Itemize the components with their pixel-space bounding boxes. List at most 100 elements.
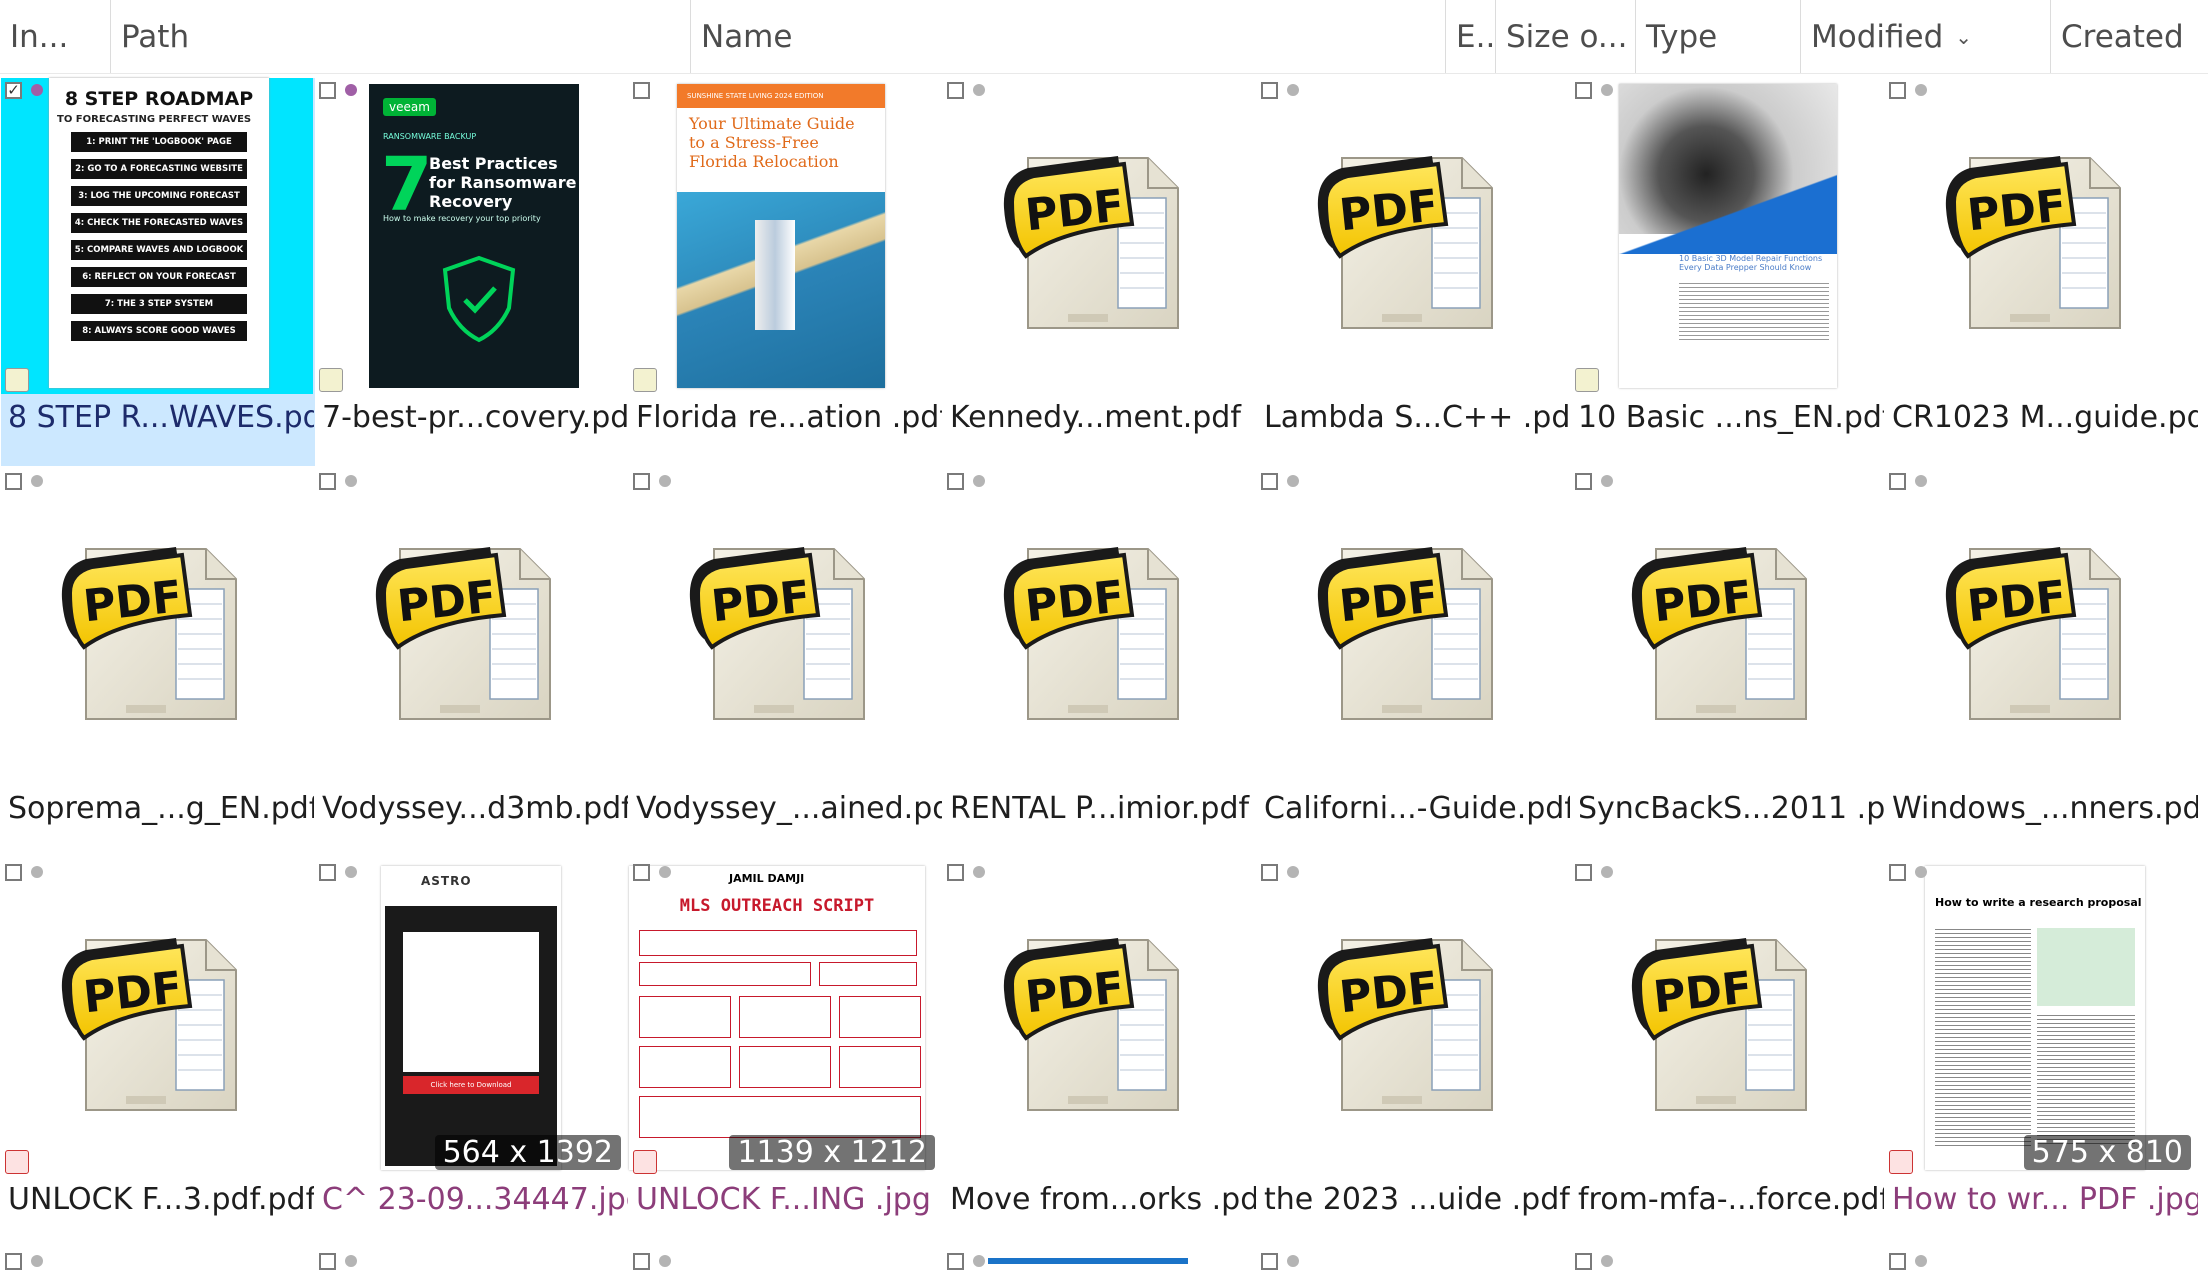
column-header-in[interactable]: In...	[0, 0, 110, 73]
file-name: UNLOCK F...ING .jpg	[636, 1182, 931, 1217]
file-thumbnail[interactable]: PDF	[1, 860, 313, 1176]
select-checkbox[interactable]	[1575, 1253, 1592, 1270]
select-checkbox[interactable]	[1575, 82, 1592, 99]
file-thumbnail[interactable]: PDF	[1257, 469, 1569, 785]
file-item[interactable]: PDF from-mfa-...force.pdf	[1571, 860, 1885, 1248]
status-dot-icon	[31, 866, 43, 878]
file-thumbnail[interactable]: PDF	[943, 469, 1255, 785]
file-thumbnail[interactable]: PDF	[315, 469, 627, 785]
file-thumbnail[interactable]: PDF	[1257, 860, 1569, 1176]
file-item[interactable]: ASTRO Click here to Download 564 x 1392 C^ …	[315, 860, 629, 1248]
pdf-file-icon: PDF	[1317, 938, 1493, 1111]
file-item[interactable]: PDF Vodyssey_...ained.pdf	[629, 469, 943, 857]
file-item[interactable]: PDF CR1023 M...guide.pdf	[1885, 78, 2199, 466]
thumbnail-blue-band	[1619, 174, 1837, 254]
select-checkbox[interactable]	[1889, 1253, 1906, 1270]
thumbnail-step: 2: GO TO A FORECASTING WEBSITE	[71, 159, 247, 179]
status-dot-icon	[345, 866, 357, 878]
pdf-file-icon: PDF	[1003, 547, 1179, 720]
file-thumbnail[interactable]: PDF	[1571, 860, 1883, 1176]
file-thumbnail[interactable]: SUNSHINE STATE LIVING 2024 EDITION Your U…	[629, 78, 941, 394]
file-item[interactable]: PDF SyncBackS...2011 .pdf	[1571, 469, 1885, 857]
file-thumbnail[interactable]: PDF	[629, 469, 941, 785]
select-checkbox[interactable]	[319, 473, 336, 490]
file-thumbnail[interactable]: 10 Basic 3D Model Repair Functions Every…	[1571, 78, 1883, 394]
thumbnail-step: 3: LOG THE UPCOMING FORECAST	[71, 186, 247, 206]
select-checkbox[interactable]	[947, 1253, 964, 1270]
file-item[interactable]: PDF Windows_...nners.pdf	[1885, 469, 2199, 857]
select-checkbox[interactable]	[319, 82, 336, 99]
flow-box	[739, 996, 831, 1038]
file-item[interactable]: PDF Kennedy...ment.pdf	[943, 78, 1257, 466]
thumbnail-author: JAMIL DAMJI	[729, 872, 805, 885]
status-dot-icon	[31, 475, 43, 487]
file-item[interactable]: PDF Soprema_...g_EN.pdf	[1, 469, 315, 857]
select-checkbox[interactable]	[1889, 864, 1906, 881]
column-header-modified[interactable]: Modified ⌄	[1800, 0, 2060, 73]
file-thumbnail[interactable]: PDF	[1, 469, 313, 785]
thumbnail-partial	[988, 1258, 1188, 1264]
file-item[interactable]: PDF Californi...-Guide.pdf	[1257, 469, 1571, 857]
select-checkbox[interactable]	[1261, 82, 1278, 99]
select-checkbox[interactable]	[947, 864, 964, 881]
column-header-type[interactable]: Type	[1635, 0, 1800, 73]
image-dimensions: 564 x 1392	[434, 1135, 621, 1170]
select-checkbox[interactable]	[1889, 473, 1906, 490]
select-checkbox[interactable]	[633, 473, 650, 490]
select-checkbox[interactable]	[1889, 82, 1906, 99]
file-name: CR1023 M...guide.pdf	[1892, 400, 2198, 435]
select-checkbox[interactable]	[1575, 864, 1592, 881]
file-thumbnail[interactable]: PDF	[1885, 78, 2197, 394]
file-name: Windows_...nners.pdf	[1892, 791, 2198, 826]
file-item[interactable]: PDF Lambda S...C++ .pdf	[1257, 78, 1571, 466]
column-header-path[interactable]: Path	[110, 0, 690, 73]
select-checkbox[interactable]	[1575, 473, 1592, 490]
file-thumbnail[interactable]: ASTRO Click here to Download 564 x 1392	[315, 860, 627, 1176]
file-thumbnail[interactable]: PDF	[1571, 469, 1883, 785]
select-checkbox[interactable]	[1261, 864, 1278, 881]
file-item[interactable]: 10 Basic 3D Model Repair Functions Every…	[1571, 78, 1885, 466]
file-item[interactable]: How to write a research proposal 575 x 81…	[1885, 860, 2199, 1248]
select-checkbox[interactable]	[1261, 1253, 1278, 1270]
svg-text:PDF: PDF	[1337, 962, 1441, 1023]
file-item[interactable]: JAMIL DAMJI MLS OUTREACH SCRIPT 1139 x 121…	[629, 860, 943, 1248]
file-thumbnail[interactable]: veeam RANSOMWARE BACKUP 7 Best Practices fo…	[315, 78, 627, 394]
select-checkbox[interactable]: ✓	[5, 82, 22, 99]
column-header-e[interactable]: E...	[1445, 0, 1495, 73]
file-thumbnail[interactable]: 8 STEP ROADMAP TO FORECASTING PERFECT WAV…	[1, 78, 313, 394]
file-item[interactable]: SUNSHINE STATE LIVING 2024 EDITION Your U…	[629, 78, 943, 466]
select-checkbox[interactable]	[633, 82, 650, 99]
file-item[interactable]: veeam RANSOMWARE BACKUP 7 Best Practices fo…	[315, 78, 629, 466]
file-item[interactable]: PDF the 2023 ...uide .pdf	[1257, 860, 1571, 1248]
select-checkbox[interactable]	[319, 864, 336, 881]
file-thumbnail[interactable]: JAMIL DAMJI MLS OUTREACH SCRIPT 1139 x 121…	[629, 860, 941, 1176]
file-thumbnail[interactable]: How to write a research proposal 575 x 81…	[1885, 860, 2197, 1176]
file-name: Vodyssey...d3mb.pdf	[322, 791, 628, 826]
file-item[interactable]: PDF RENTAL P...imior.pdf	[943, 469, 1257, 857]
select-checkbox[interactable]	[319, 1253, 336, 1270]
file-name: Vodyssey_...ained.pdf	[636, 791, 942, 826]
select-checkbox[interactable]	[5, 864, 22, 881]
column-header-size-o[interactable]: Size o...	[1495, 0, 1635, 73]
file-item[interactable]: PDF Move from...orks .pdf	[943, 860, 1257, 1248]
shield-icon	[442, 255, 516, 343]
file-name: RENTAL P...imior.pdf	[950, 791, 1250, 826]
select-checkbox[interactable]	[5, 473, 22, 490]
select-checkbox[interactable]	[1261, 473, 1278, 490]
column-header-name[interactable]: Name	[690, 0, 1445, 73]
file-thumbnail[interactable]: PDF	[943, 78, 1255, 394]
file-item[interactable]: PDF Vodyssey...d3mb.pdf	[315, 469, 629, 857]
file-item[interactable]: 8 STEP ROADMAP TO FORECASTING PERFECT WAV…	[1, 78, 315, 466]
select-checkbox[interactable]	[5, 1253, 22, 1270]
file-thumbnail[interactable]: PDF	[1885, 469, 2197, 785]
file-item[interactable]: PDF UNLOCK F...3.pdf.pdf	[1, 860, 315, 1248]
column-header-label: Path	[121, 18, 190, 55]
select-checkbox[interactable]	[947, 82, 964, 99]
select-checkbox[interactable]	[947, 473, 964, 490]
select-checkbox[interactable]	[633, 1253, 650, 1270]
file-thumbnail[interactable]: PDF	[943, 860, 1255, 1176]
file-thumbnail[interactable]: PDF	[1257, 78, 1569, 394]
column-header-label: E...	[1456, 18, 1495, 55]
column-header-created[interactable]: Created	[2050, 0, 2208, 73]
select-checkbox[interactable]	[633, 864, 650, 881]
